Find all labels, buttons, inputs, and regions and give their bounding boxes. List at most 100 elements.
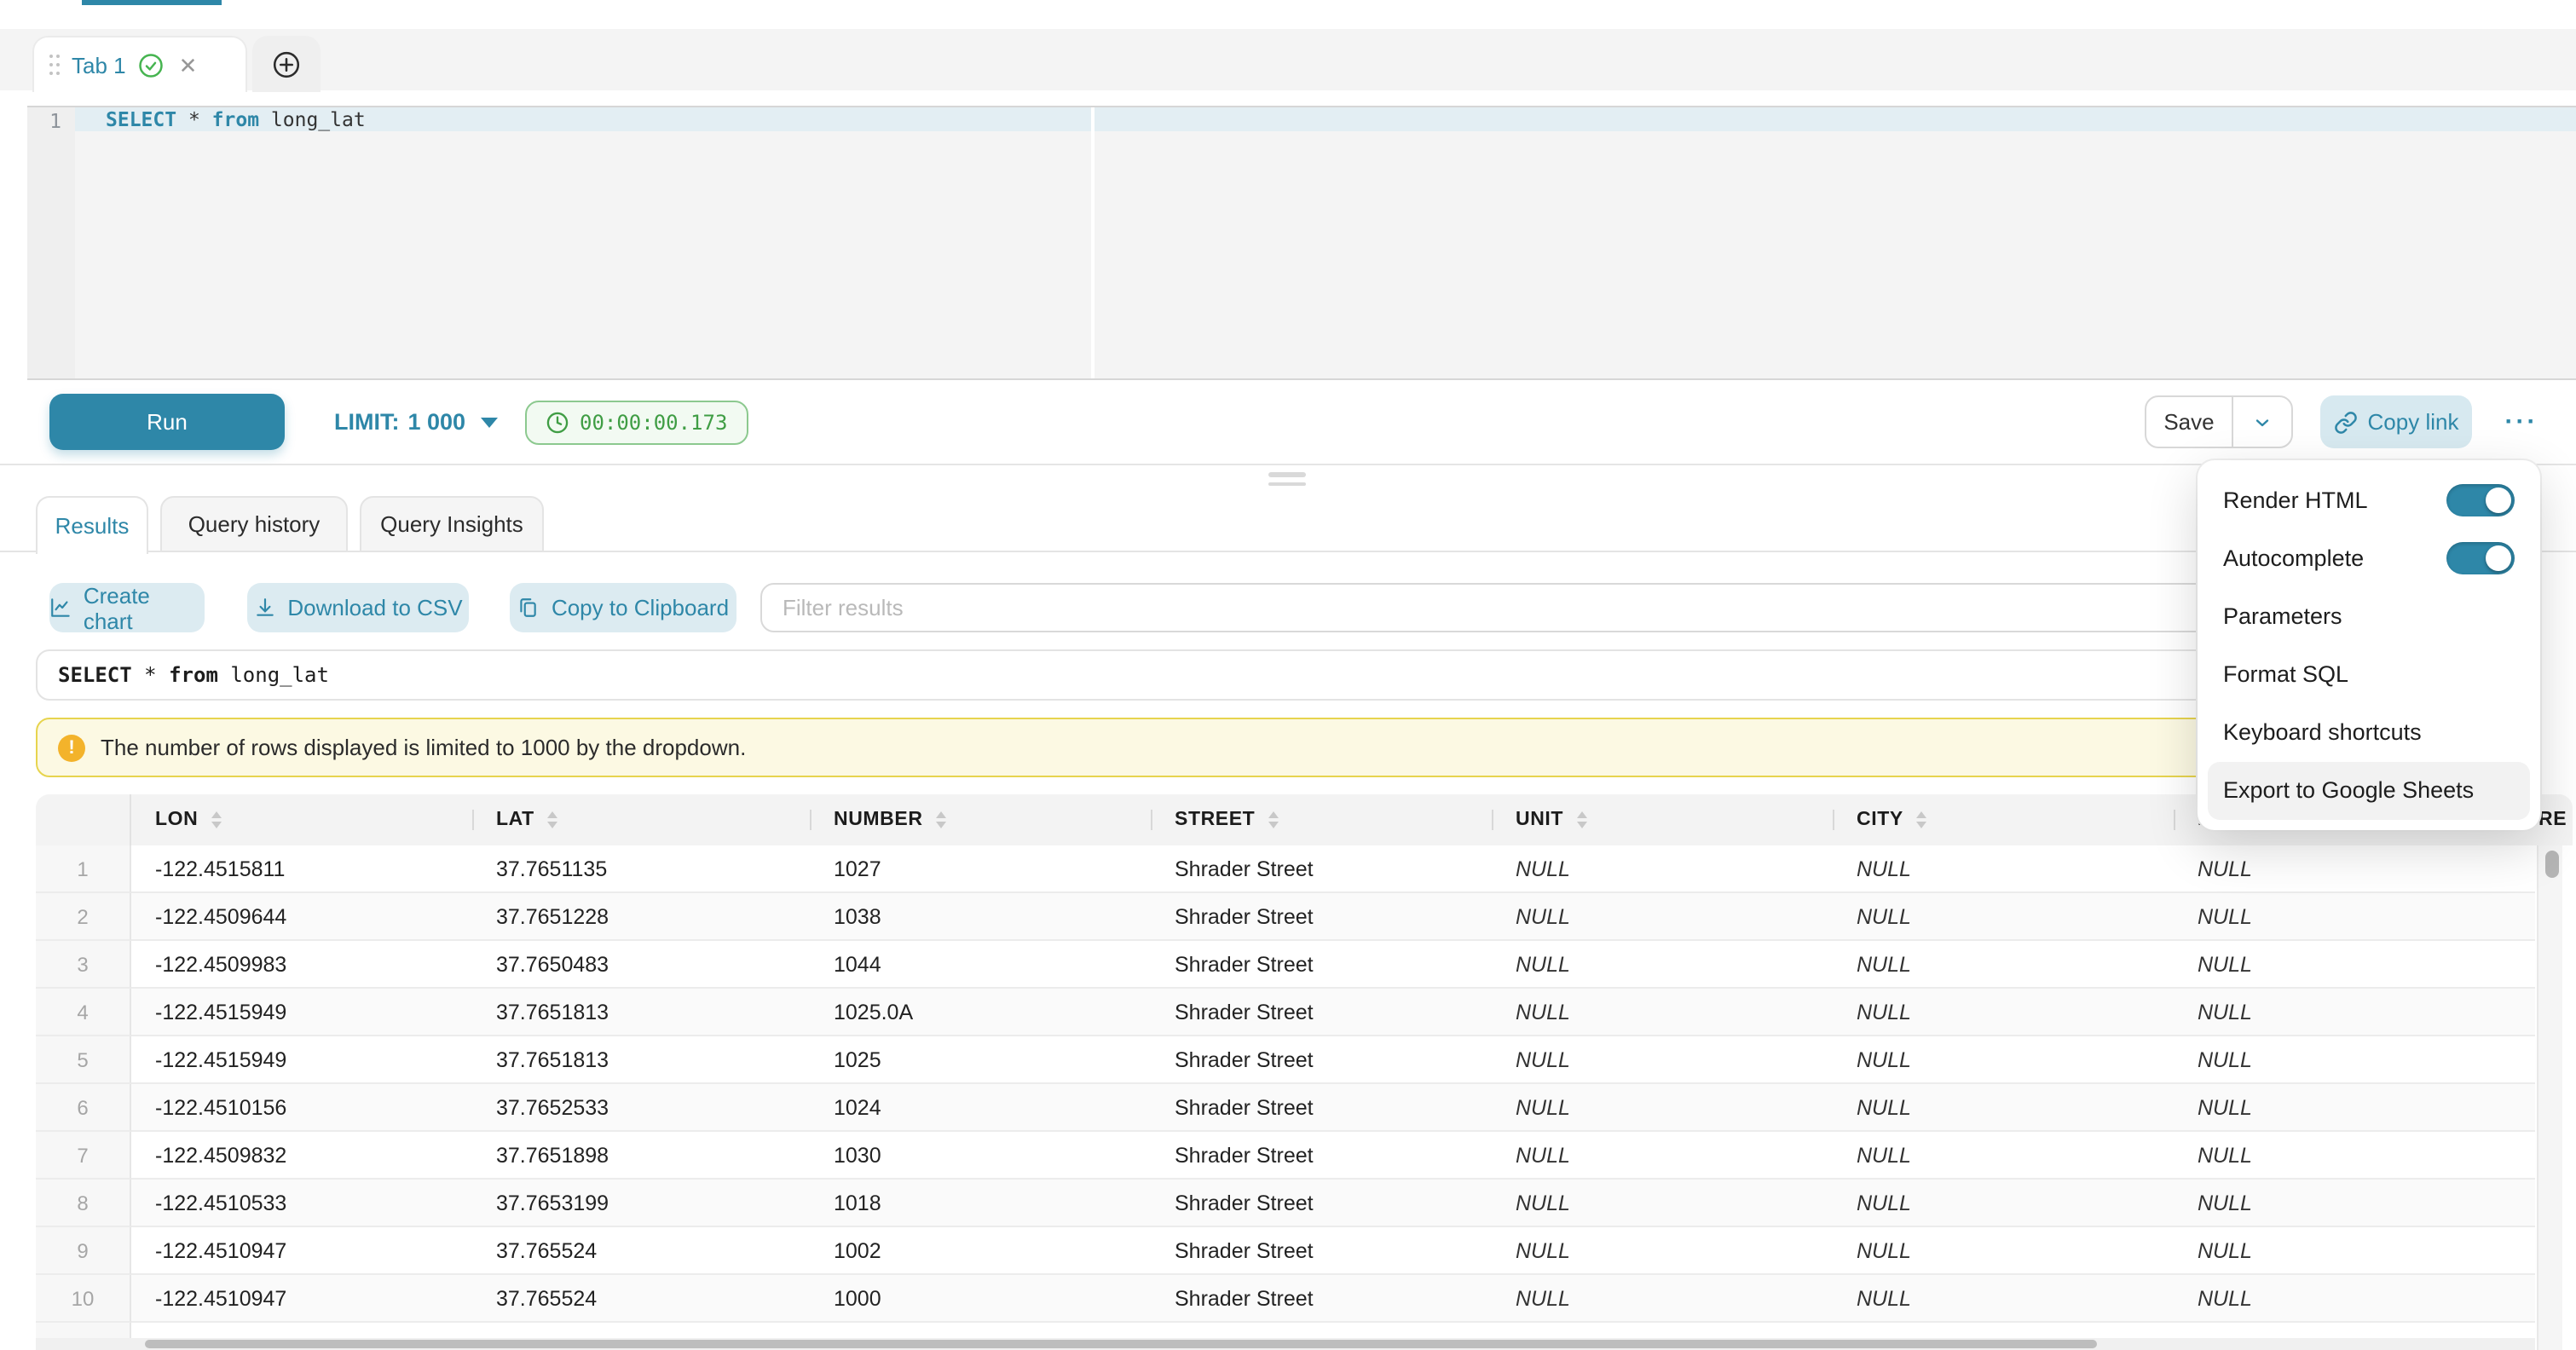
cell-city[interactable]: NULL [1833, 1036, 2174, 1084]
sql-editor[interactable]: 1 SELECT * from long_lat [27, 106, 2576, 380]
cell-city[interactable]: NULL [1833, 1227, 2174, 1275]
cell-district[interactable]: NULL [2174, 941, 2515, 989]
cell-unit[interactable]: NULL [1492, 1036, 1833, 1084]
cell-lon[interactable]: -122.4509983 [131, 941, 472, 989]
limit-dropdown[interactable]: LIMIT: 1 000 [334, 394, 498, 450]
cell-lat[interactable]: 37.765524 [472, 1275, 810, 1323]
cell-city[interactable]: NULL [1833, 941, 2174, 989]
cell-street[interactable]: Shrader Street [1151, 1180, 1492, 1227]
cell-lat[interactable]: 37.7651228 [472, 893, 810, 941]
download-csv-button[interactable]: Download to CSV [247, 583, 469, 632]
cell-district[interactable]: NULL [2174, 845, 2515, 893]
drag-handle-icon[interactable] [49, 55, 60, 75]
vertical-scrollbar-thumb[interactable] [2544, 851, 2558, 878]
cell-city[interactable]: NULL [1833, 1180, 2174, 1227]
cell-lat[interactable]: 37.765524 [472, 1227, 810, 1275]
cell-street[interactable]: Shrader Street [1151, 1227, 1492, 1275]
cell-re[interactable] [2515, 1275, 2535, 1323]
cell-number[interactable]: 1027 [810, 845, 1151, 893]
horizontal-scrollbar-thumb[interactable] [145, 1340, 2097, 1348]
cell-lon[interactable]: -122.4509832 [131, 1132, 472, 1180]
cell-number[interactable]: 1000 [810, 1275, 1151, 1323]
menu-item-export-google-sheets[interactable]: Export to Google Sheets [2208, 762, 2530, 820]
editor-pane-divider[interactable] [1091, 107, 1095, 378]
cell-lat[interactable]: 37.7651813 [472, 989, 810, 1036]
cell-district[interactable]: NULL [2174, 1132, 2515, 1180]
cell-number[interactable]: 1038 [810, 893, 1151, 941]
cell-street[interactable]: Shrader Street [1151, 941, 1492, 989]
cell-street[interactable]: Shrader Street [1151, 1275, 1492, 1323]
cell-re[interactable] [2515, 893, 2535, 941]
cell-number[interactable]: 1025 [810, 1036, 1151, 1084]
cell-re[interactable] [2515, 941, 2535, 989]
column-header-street[interactable]: STREET [1151, 794, 1492, 845]
tab-query-history[interactable]: Query history [160, 496, 348, 552]
autocomplete-toggle[interactable] [2446, 542, 2515, 574]
column-header-unit[interactable]: UNIT [1492, 794, 1833, 845]
cell-lon[interactable]: -122.4515811 [131, 845, 472, 893]
column-header-number[interactable]: NUMBER [810, 794, 1151, 845]
menu-item-parameters[interactable]: Parameters [2208, 587, 2530, 645]
cell-number[interactable]: 1044 [810, 941, 1151, 989]
cell-unit[interactable]: NULL [1492, 989, 1833, 1036]
cell-street[interactable]: Shrader Street [1151, 845, 1492, 893]
copy-link-button[interactable]: Copy link [2320, 395, 2472, 448]
cell-lat[interactable]: 37.7651813 [472, 1036, 810, 1084]
tab-results[interactable]: Results [36, 496, 148, 554]
more-options-button[interactable]: ··· [2492, 395, 2550, 448]
cell-street[interactable]: Shrader Street [1151, 1084, 1492, 1132]
cell-lat[interactable]: 37.7653199 [472, 1180, 810, 1227]
cell-re[interactable] [2515, 845, 2535, 893]
cell-street[interactable]: Shrader Street [1151, 893, 1492, 941]
cell-district[interactable]: NULL [2174, 989, 2515, 1036]
cell-lon[interactable]: -122.4515949 [131, 989, 472, 1036]
cell-unit[interactable]: NULL [1492, 1132, 1833, 1180]
cell-street[interactable]: Shrader Street [1151, 1036, 1492, 1084]
cell-re[interactable] [2515, 1132, 2535, 1180]
cell-re[interactable] [2515, 1227, 2535, 1275]
cell-city[interactable]: NULL [1833, 1084, 2174, 1132]
menu-item-format-sql[interactable]: Format SQL [2208, 645, 2530, 703]
cell-lon[interactable]: -122.4510533 [131, 1180, 472, 1227]
copy-clipboard-button[interactable]: Copy to Clipboard [510, 583, 736, 632]
cell-number[interactable]: 1030 [810, 1132, 1151, 1180]
column-header-lat[interactable]: LAT [472, 794, 810, 845]
cell-city[interactable]: NULL [1833, 1275, 2174, 1323]
cell-number[interactable]: 1018 [810, 1180, 1151, 1227]
cell-number[interactable]: 1025.0A [810, 989, 1151, 1036]
cell-district[interactable]: NULL [2174, 1084, 2515, 1132]
render-html-toggle[interactable] [2446, 483, 2515, 516]
cell-district[interactable]: NULL [2174, 1227, 2515, 1275]
cell-lon[interactable]: -122.4510947 [131, 1275, 472, 1323]
cell-unit[interactable]: NULL [1492, 893, 1833, 941]
close-tab-icon[interactable]: ✕ [179, 54, 198, 76]
column-header-lon[interactable]: LON [131, 794, 472, 845]
run-button[interactable]: Run [49, 394, 285, 450]
vertical-scrollbar[interactable] [2537, 845, 2562, 1350]
cell-unit[interactable]: NULL [1492, 941, 1833, 989]
editor-tab-active[interactable]: Tab 1 ✕ [32, 36, 247, 92]
cell-lat[interactable]: 37.7651898 [472, 1132, 810, 1180]
cell-city[interactable]: NULL [1833, 1132, 2174, 1180]
cell-re[interactable] [2515, 989, 2535, 1036]
cell-lon[interactable]: -122.4509644 [131, 893, 472, 941]
cell-street[interactable]: Shrader Street [1151, 989, 1492, 1036]
cell-unit[interactable]: NULL [1492, 1084, 1833, 1132]
cell-street[interactable]: Shrader Street [1151, 1132, 1492, 1180]
cell-unit[interactable]: NULL [1492, 1227, 1833, 1275]
cell-lat[interactable]: 37.7650483 [472, 941, 810, 989]
horizontal-scrollbar[interactable] [36, 1338, 2535, 1350]
cell-district[interactable]: NULL [2174, 1275, 2515, 1323]
cell-district[interactable]: NULL [2174, 1036, 2515, 1084]
cell-district[interactable]: NULL [2174, 893, 2515, 941]
create-chart-button[interactable]: Create chart [49, 583, 205, 632]
menu-item-render-html[interactable]: Render HTML [2208, 470, 2530, 528]
save-options-button[interactable] [2232, 397, 2291, 447]
panel-resize-handle[interactable] [1268, 472, 1306, 491]
menu-item-keyboard-shortcuts[interactable]: Keyboard shortcuts [2208, 703, 2530, 761]
cell-lat[interactable]: 37.7652533 [472, 1084, 810, 1132]
cell-lon[interactable]: -122.4515949 [131, 1036, 472, 1084]
cell-number[interactable]: 1002 [810, 1227, 1151, 1275]
cell-unit[interactable]: NULL [1492, 845, 1833, 893]
cell-unit[interactable]: NULL [1492, 1180, 1833, 1227]
